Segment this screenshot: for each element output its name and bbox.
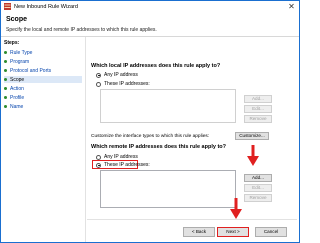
step-label: Program — [10, 58, 30, 65]
next-button[interactable]: Next > — [217, 227, 249, 237]
red-arrow-icon — [230, 198, 242, 219]
local-any-radio[interactable]: Any IP address — [96, 72, 138, 78]
local-these-radio[interactable]: These IP addresses: — [96, 81, 150, 87]
steps-title: Steps: — [4, 40, 20, 46]
step-label: Protocol and Ports — [10, 67, 52, 74]
customize-text: Customize the interface types to which t… — [91, 134, 210, 139]
close-icon[interactable]: ✕ — [287, 2, 296, 11]
customize-button[interactable]: Customize... — [235, 132, 269, 140]
step-label: Rule Type — [10, 49, 33, 56]
step-bullet-icon — [4, 69, 7, 72]
radio-circle — [96, 81, 101, 87]
step-rule-type[interactable]: Rule Type — [4, 49, 32, 56]
radio-circle — [96, 154, 101, 160]
cancel-button[interactable]: Cancel — [255, 227, 287, 237]
local-add-button[interactable]: Add... — [244, 95, 272, 103]
local-question: Which local IP addresses does this rule … — [91, 63, 221, 69]
local-ip-list[interactable] — [100, 89, 236, 123]
remote-edit-button[interactable]: Edit... — [244, 184, 272, 192]
scope-content: Which local IP addresses does this rule … — [87, 37, 299, 242]
remote-add-button[interactable]: Add... — [244, 174, 272, 182]
remote-ip-list[interactable] — [100, 170, 236, 208]
radio-label: These IP addresses: — [104, 81, 150, 87]
wizard-window: New Inbound Rule Wizard ✕ Scope Specify … — [0, 0, 300, 243]
footer-divider — [87, 219, 297, 220]
steps-pane: Steps: Rule Type Program Protocol and Po… — [1, 37, 86, 242]
remote-question: Which remote IP addresses does this rule… — [91, 144, 226, 150]
step-scope[interactable]: Scope — [4, 76, 82, 83]
step-label: Name — [10, 103, 24, 110]
step-bullet-icon — [4, 96, 7, 99]
step-protocol-and-ports[interactable]: Protocol and Ports — [4, 67, 51, 74]
step-bullet-icon — [4, 105, 7, 108]
step-bullet-icon — [4, 51, 7, 54]
title-bar: New Inbound Rule Wizard ✕ — [1, 1, 299, 13]
back-button[interactable]: < Back — [183, 227, 215, 237]
step-program[interactable]: Program — [4, 58, 29, 65]
step-label: Scope — [10, 76, 25, 83]
radio-label: These IP addresses: — [104, 162, 150, 168]
step-profile[interactable]: Profile — [4, 94, 24, 101]
local-edit-button[interactable]: Edit... — [244, 105, 272, 113]
step-action[interactable]: Action — [4, 85, 24, 92]
radio-circle — [96, 72, 101, 78]
radio-circle — [96, 162, 101, 168]
step-bullet-icon — [4, 87, 7, 90]
radio-label: Any IP address — [104, 72, 138, 78]
step-label: Profile — [10, 94, 25, 101]
firewall-wizard-icon — [4, 3, 11, 10]
step-bullet-icon — [4, 78, 7, 81]
page-title: Scope — [6, 16, 28, 23]
window-title: New Inbound Rule Wizard — [14, 4, 78, 10]
local-remove-button[interactable]: Remove — [244, 115, 272, 123]
page-header: Scope Specify the local and remote IP ad… — [1, 13, 299, 37]
step-label: Action — [10, 85, 24, 92]
remote-remove-button[interactable]: Remove — [244, 194, 272, 202]
step-bullet-icon — [4, 60, 7, 63]
red-arrow-icon — [247, 145, 259, 166]
remote-these-radio[interactable]: These IP addresses: — [96, 162, 150, 168]
step-name[interactable]: Name — [4, 103, 23, 110]
page-subtitle: Specify the local and remote IP addresse… — [6, 27, 157, 33]
